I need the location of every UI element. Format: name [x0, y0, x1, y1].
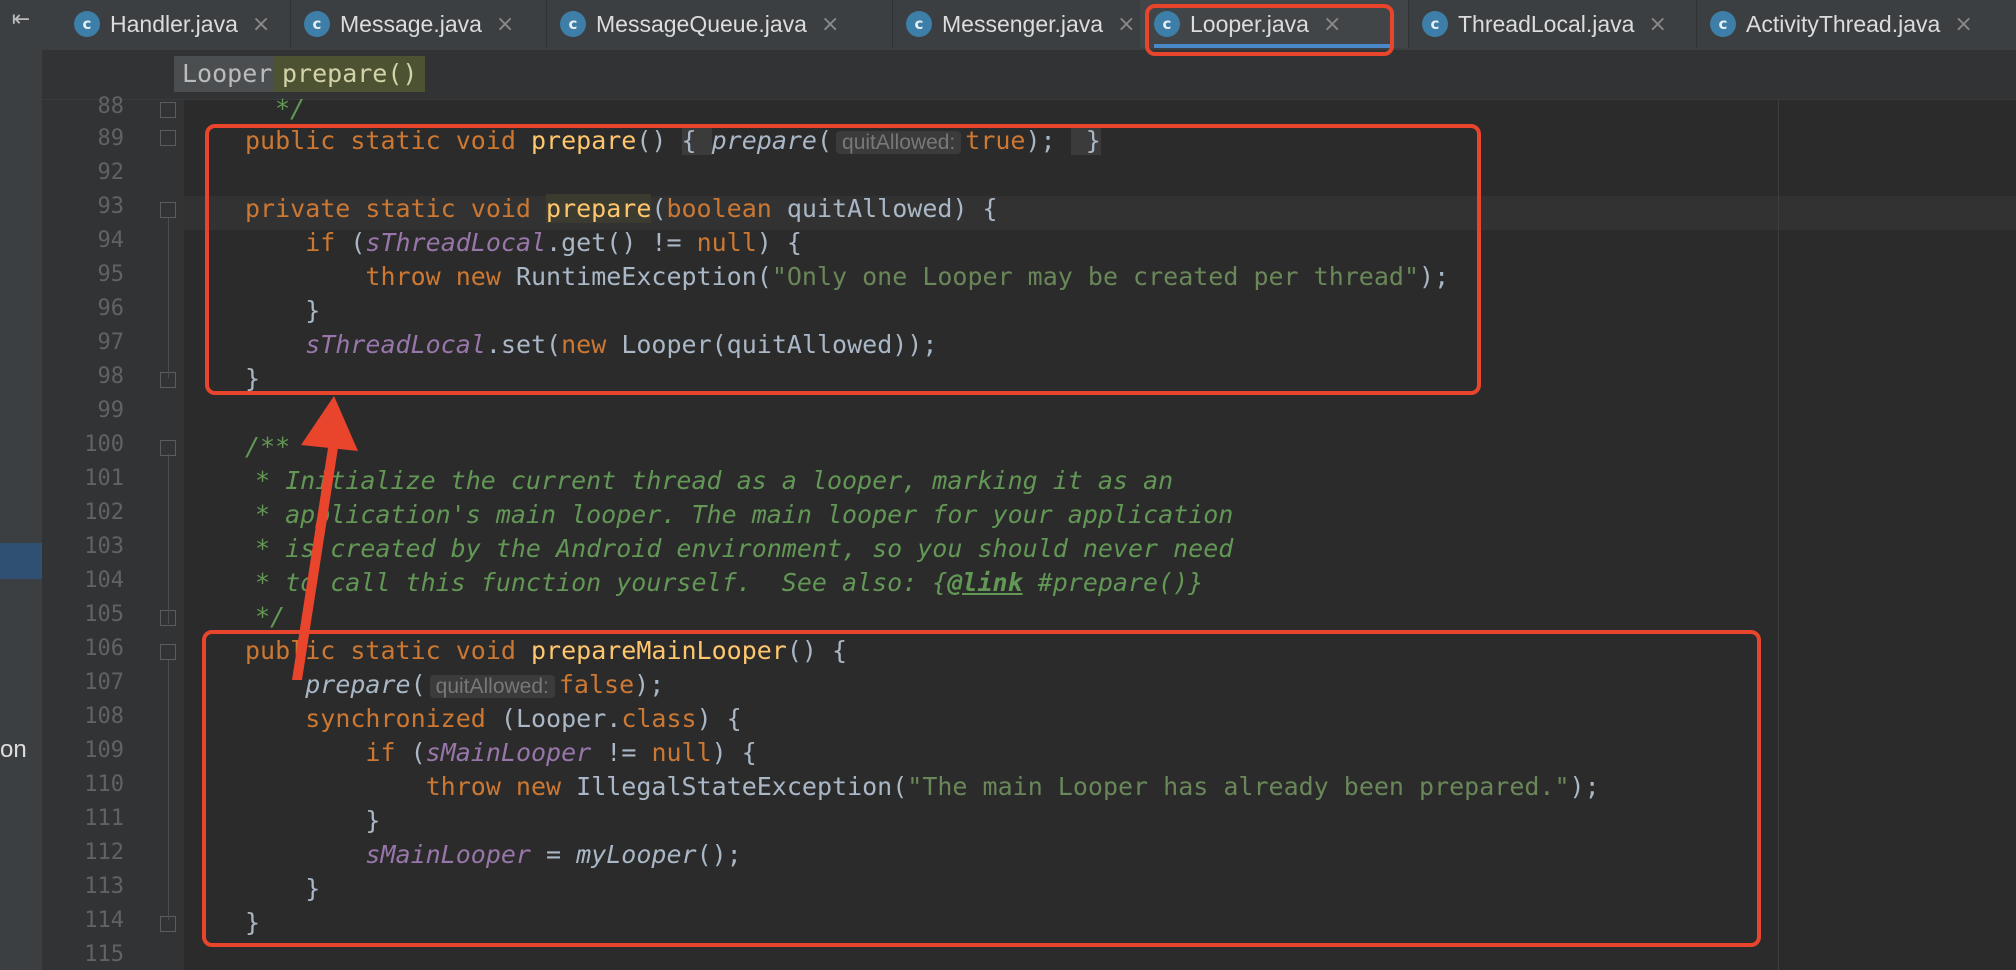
annotation-arrow — [292, 396, 358, 680]
arrow-shaft — [292, 435, 340, 680]
arrow-head — [301, 396, 358, 451]
